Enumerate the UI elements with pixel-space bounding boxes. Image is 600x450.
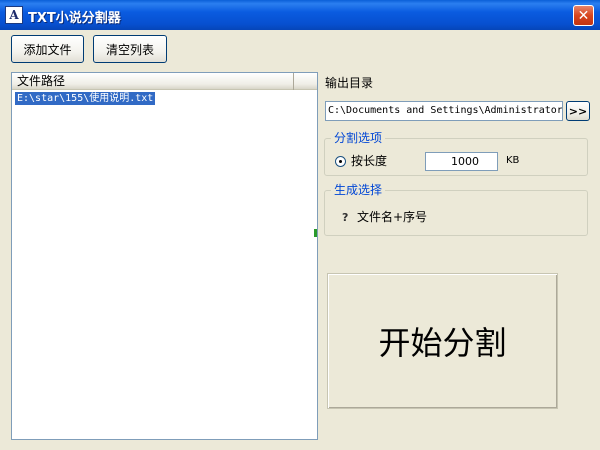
by-length-radio[interactable] [335, 156, 346, 167]
app-icon-letter: A [9, 8, 19, 22]
list-header: 文件路径 [12, 73, 317, 90]
add-file-button[interactable]: 添加文件 [11, 35, 84, 63]
splitter-mark [314, 229, 317, 237]
size-unit-label: KB [506, 155, 520, 166]
clear-list-button[interactable]: 清空列表 [93, 35, 167, 63]
size-input[interactable]: 1000 [425, 152, 498, 171]
generate-options-title: 生成选择 [331, 183, 386, 197]
output-directory-label: 输出目录 [325, 76, 374, 90]
filename-sequence-label[interactable]: 文件名+序号 [357, 210, 427, 224]
window-title: TXT小说分割器 [28, 11, 121, 26]
browse-button[interactable]: >> [566, 101, 590, 121]
output-path-field[interactable]: C:\Documents and Settings\Administrator\… [325, 101, 563, 121]
main-window: A TXT小说分割器 ✕ 添加文件 清空列表 文件路径 E:\star\155\… [0, 0, 600, 450]
list-item[interactable]: E:\star\155\使用说明.txt [15, 92, 156, 105]
start-split-button[interactable]: 开始分割 [327, 273, 558, 409]
app-icon: A [5, 6, 23, 24]
by-length-label[interactable]: 按长度 [351, 154, 387, 168]
close-button[interactable]: ✕ [573, 5, 594, 26]
close-icon: ✕ [577, 7, 590, 24]
column-header-filler [295, 73, 317, 90]
split-options-group: 分割选项 按长度 1000 KB [324, 131, 588, 176]
title-bar[interactable]: A TXT小说分割器 ✕ [0, 0, 600, 30]
generate-options-group: 生成选择 ? 文件名+序号 [324, 183, 588, 236]
filename-sequence-radio[interactable]: ? [342, 212, 352, 223]
column-header-file-path[interactable]: 文件路径 [12, 73, 294, 90]
split-options-title: 分割选项 [331, 131, 386, 145]
file-list[interactable]: 文件路径 E:\star\155\使用说明.txt [11, 72, 318, 440]
